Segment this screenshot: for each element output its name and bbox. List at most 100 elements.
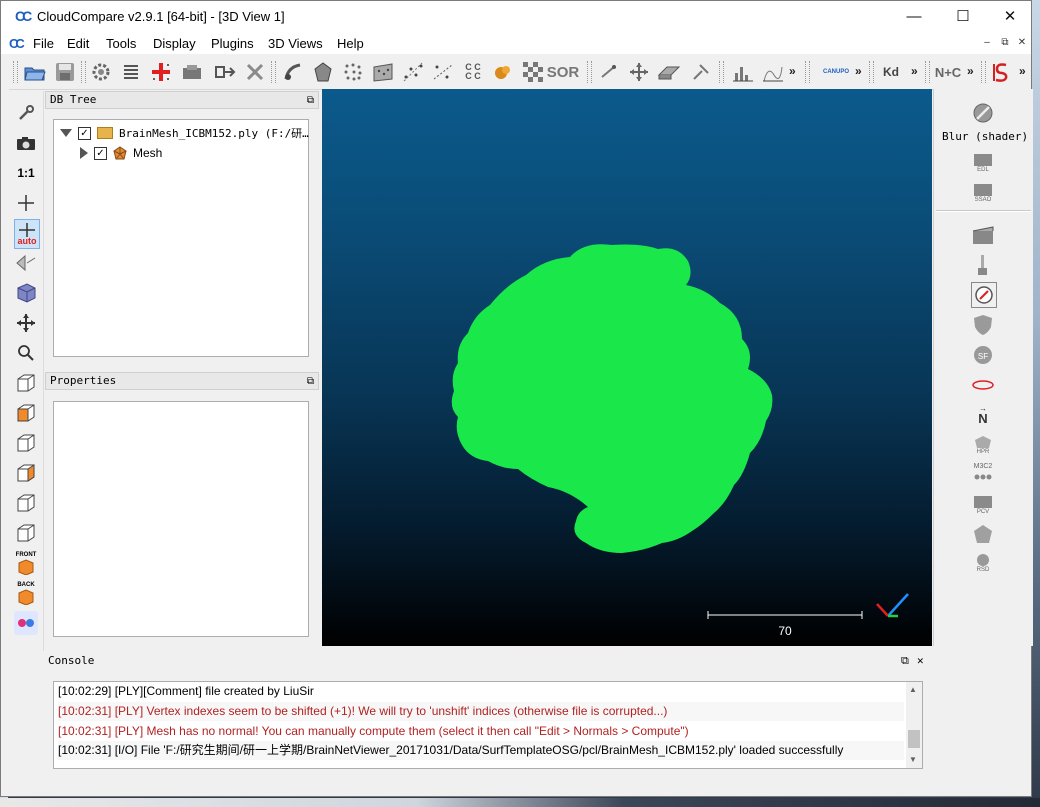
brush-icon[interactable] [971,253,995,277]
toolbar-more-button[interactable]: » [789,64,796,78]
expand-arrow-icon[interactable] [80,147,88,159]
scrollbar-thumb[interactable] [908,730,920,748]
histogram-icon[interactable] [731,60,755,84]
toolbar-more-button[interactable]: » [855,64,862,78]
sf-icon[interactable]: SF [971,343,995,367]
view-front-preset-icon[interactable]: FRONT [14,551,38,575]
toolbar-grip[interactable] [719,61,724,83]
toolbar-grip[interactable] [13,61,18,83]
db-tree-float-button[interactable]: ⧉ [307,93,314,109]
open-icon[interactable] [23,60,47,84]
checkerboard-icon[interactable] [521,60,545,84]
view-front-icon[interactable] [14,431,38,455]
console-close-button[interactable]: ✕ [917,651,924,670]
pan-icon[interactable] [14,311,38,335]
properties-panel[interactable] [53,401,309,637]
filter-icon[interactable] [401,60,425,84]
properties-float-button[interactable]: ⧉ [307,374,314,390]
tree-item-brainmesh[interactable]: ✓ BrainMesh_ICBM152.ply (F:/研… [60,125,309,141]
scroll-up-icon[interactable]: ▲ [909,685,917,694]
maximize-button[interactable]: ☐ [940,1,986,32]
3d-view[interactable]: 70 [322,89,932,646]
view-iso-icon[interactable] [14,371,38,395]
rsd-icon[interactable]: RSD [971,551,995,575]
brain-mesh[interactable] [451,244,773,553]
mdi-close-button[interactable]: ✕ [1014,36,1030,49]
title-bar[interactable]: CC CloudCompare v2.9.1 [64-bit] - [3D Vi… [1,1,1031,32]
camera-icon[interactable] [14,131,38,155]
view-back-icon[interactable] [14,491,38,515]
kd-icon[interactable]: Kd [879,60,903,84]
view-top-icon[interactable] [14,401,38,425]
translate-rotate-icon[interactable] [281,60,305,84]
color-icon[interactable] [491,60,515,84]
list-icon[interactable] [119,60,143,84]
view-right-icon[interactable] [14,521,38,545]
menu-tools[interactable]: Tools [106,36,136,51]
subsample-icon[interactable] [371,60,395,84]
edl-icon[interactable]: EDL [971,151,995,175]
toolbar-grip[interactable] [805,61,810,83]
settings-gear-icon[interactable] [89,60,113,84]
toolbar-grip[interactable] [869,61,874,83]
polygon-icon[interactable] [971,523,995,547]
mdi-logo-icon[interactable]: CC [9,36,25,51]
compare-icon[interactable] [431,60,455,84]
clone-icon[interactable] [181,60,205,84]
tool-icon[interactable] [689,60,713,84]
ssao-icon[interactable]: SSAO [971,181,995,205]
mdi-minimize-button[interactable]: – [979,36,995,49]
one-to-one-icon[interactable]: 1:1 [14,161,38,185]
hpr-icon[interactable]: HPR [971,433,995,457]
ellipse-icon[interactable] [971,373,995,397]
tree-item-mesh[interactable]: ✓ Mesh [80,146,162,160]
3d-view-canvas[interactable]: 70 [322,89,932,646]
no-shader-icon[interactable] [971,101,995,125]
add-point-icon[interactable] [149,60,173,84]
console-float-button[interactable]: ⧉ [901,651,909,670]
view-left-icon[interactable] [14,461,38,485]
toolbar-grip[interactable] [925,61,930,83]
curve-icon[interactable] [761,60,785,84]
shield-icon[interactable] [971,313,995,337]
cc-icon[interactable]: C C C C [461,60,485,84]
toolbar-more-button[interactable]: » [911,64,918,78]
mdi-restore-button[interactable]: ⧉ [997,36,1013,49]
pcv-icon[interactable]: PCV [971,493,995,517]
close-button[interactable]: ✕ [987,1,1033,32]
toolbar-more-button[interactable]: » [1019,64,1026,78]
wrench-icon[interactable] [14,101,38,125]
compass-icon[interactable] [971,282,997,308]
crosshair-icon[interactable] [14,191,38,215]
view-back-preset-icon[interactable]: BACK [14,581,38,605]
tree-checkbox[interactable]: ✓ [78,126,91,140]
canupo-icon[interactable]: CANUPO [821,60,851,84]
merge-icon[interactable] [213,60,237,84]
segment-icon[interactable] [311,60,335,84]
delete-icon[interactable] [243,60,267,84]
stereo-icon[interactable] [14,611,38,635]
menu-plugins[interactable]: Plugins [211,36,254,51]
minimize-button[interactable]: — [891,1,937,32]
plane-icon[interactable] [657,60,681,84]
move-icon[interactable] [627,60,651,84]
console-panel[interactable]: [10:02:29] [PLY][Comment] file created b… [53,681,923,769]
save-icon[interactable] [53,60,77,84]
auto-pivot-icon[interactable]: auto [14,219,40,249]
normal-icon[interactable]: → N [971,403,995,427]
sor-icon[interactable]: SOR [547,60,580,84]
toolbar-grip[interactable] [81,61,86,83]
s-icon[interactable] [989,60,1013,84]
zoom-icon[interactable] [14,341,38,365]
menu-edit[interactable]: Edit [67,36,89,51]
sample-points-icon[interactable] [341,60,365,84]
menu-help[interactable]: Help [337,36,364,51]
console-scrollbar[interactable]: ▲ ▼ [906,682,922,768]
menu-file[interactable]: File [33,36,54,51]
db-tree-panel[interactable]: ✓ BrainMesh_ICBM152.ply (F:/研… ✓ Mesh [53,119,309,357]
picking-icon[interactable] [597,60,621,84]
m3c2-icon[interactable]: M3C2 [971,461,995,485]
collapse-arrow-icon[interactable] [60,129,72,137]
animation-icon[interactable] [971,223,995,247]
toolbar-grip[interactable] [587,61,592,83]
